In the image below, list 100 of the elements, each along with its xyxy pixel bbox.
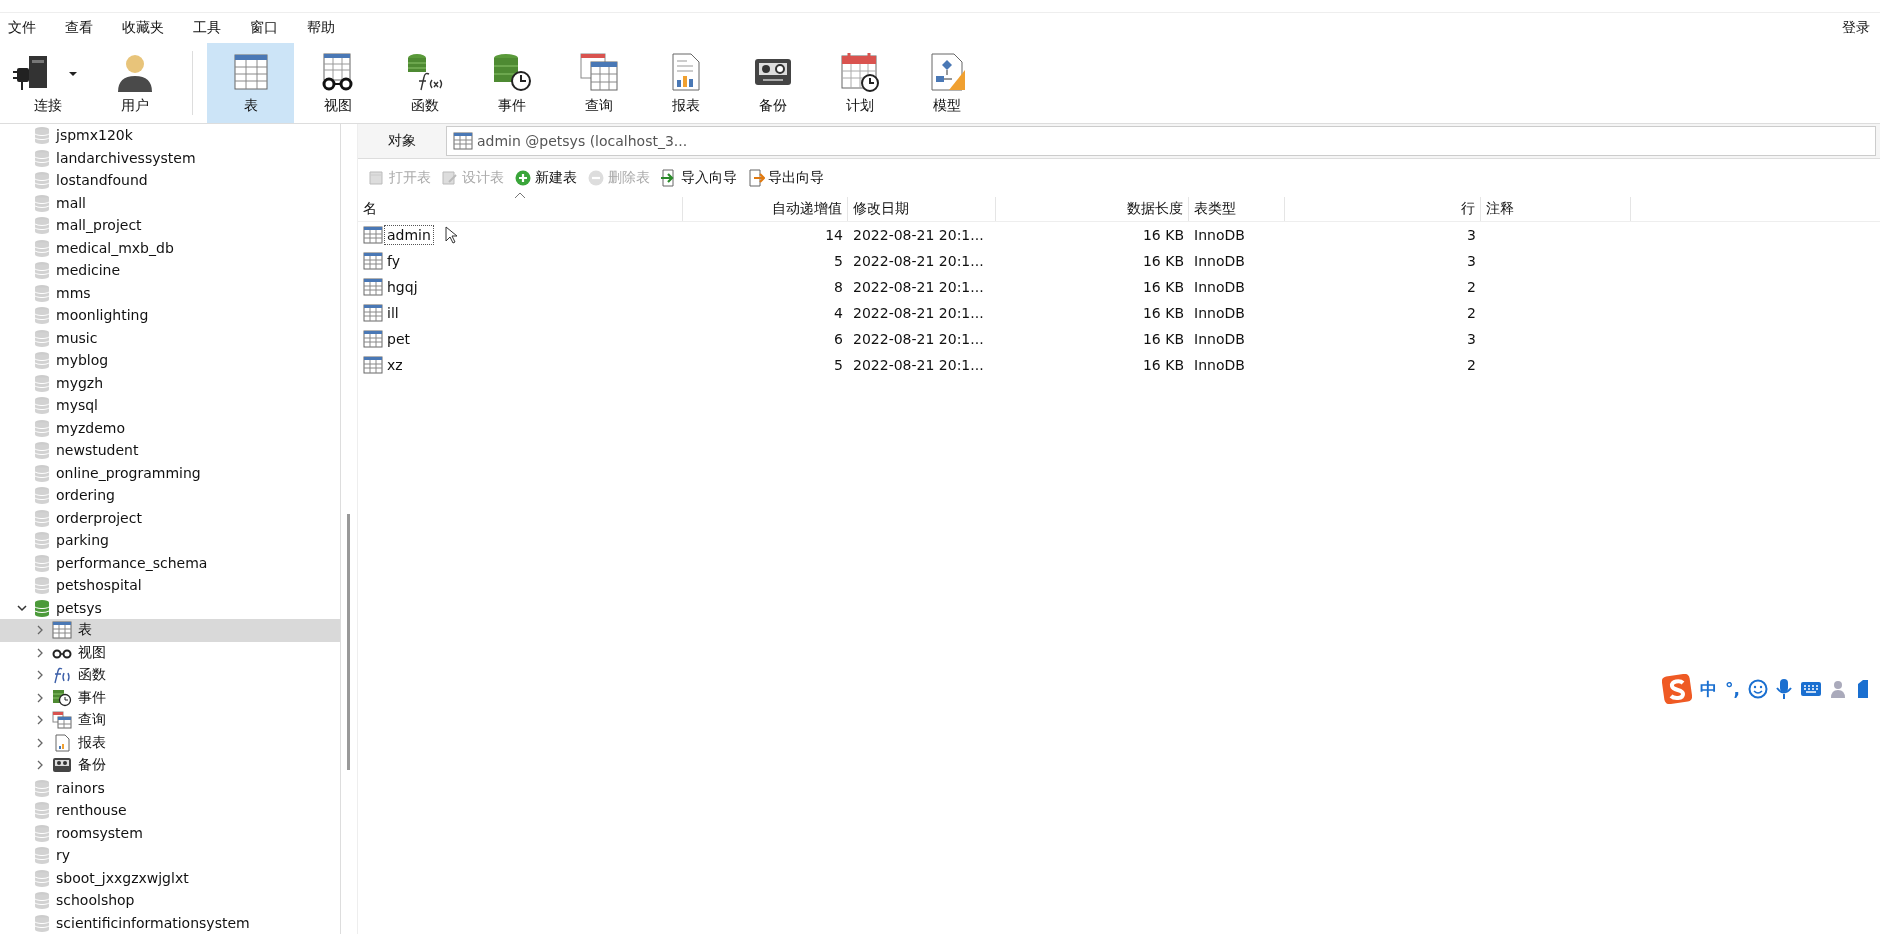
ime-mode-toggle[interactable]: 中 [1700, 677, 1717, 701]
database-name[interactable]: mysql [56, 397, 98, 414]
column-header[interactable]: 修改日期 [848, 197, 996, 221]
database-name[interactable]: online_programming [56, 464, 201, 481]
tree-item[interactable]: 查询 [0, 709, 340, 732]
table-name[interactable]: fy [384, 251, 403, 271]
toolbar-button[interactable]: 备份 [729, 43, 816, 123]
database-name[interactable]: medicine [56, 262, 121, 279]
cassette-icon [52, 756, 72, 775]
table-cell-text: 2022-08-21 20:1... [852, 357, 985, 373]
database-name[interactable]: music [56, 329, 98, 346]
toolbar-button[interactable]: 视图 [294, 43, 381, 123]
table-name[interactable]: xz [384, 355, 406, 375]
table-name[interactable]: ill [384, 303, 402, 323]
table-cell-text: 3 [1466, 253, 1477, 269]
database-name[interactable]: mall [56, 194, 86, 211]
database-name[interactable]: myzdemo [56, 419, 125, 436]
database-name[interactable]: mall_project [56, 217, 142, 234]
database-name[interactable]: sboot_jxxgzxwjglxt [56, 869, 189, 886]
database-name[interactable]: petshospital [56, 577, 142, 594]
smiley-icon[interactable] [1747, 679, 1768, 699]
database-name[interactable]: petsys [56, 599, 102, 616]
table-name[interactable]: pet [384, 329, 413, 349]
column-header[interactable]: 名 [358, 197, 683, 221]
report-icon [52, 733, 72, 752]
column-header[interactable]: 数据长度 [996, 197, 1189, 221]
toolbar-button[interactable]: 表 [207, 43, 294, 123]
function-icon [52, 666, 72, 685]
database-name[interactable]: rainors [56, 779, 105, 796]
pencil-table-icon [441, 169, 459, 187]
menu-item[interactable]: 收藏夹 [122, 19, 164, 37]
database-name[interactable]: medical_mxb_db [56, 239, 174, 256]
toolbar-button[interactable]: 用户 [91, 43, 178, 123]
table-name[interactable]: admin [384, 225, 434, 245]
sort-caret-icon[interactable] [514, 191, 526, 199]
menu-item[interactable]: 窗口 [250, 19, 278, 37]
database-name[interactable]: renthouse [56, 802, 127, 819]
table-cell-text: 5 [833, 253, 844, 269]
database-name[interactable]: moonlighting [56, 307, 149, 324]
database-name[interactable]: roomsystem [56, 824, 143, 841]
table-icon [368, 169, 386, 187]
table-cell-text: 6 [833, 331, 844, 347]
table-cell-text: 2022-08-21 20:1... [852, 331, 985, 347]
menu-item[interactable]: 文件 [8, 19, 36, 37]
table-cell-text: 5 [833, 357, 844, 373]
database-name[interactable]: lostandfound [56, 172, 148, 189]
database-name[interactable]: parking [56, 532, 109, 549]
tree-item[interactable]: 事件 [0, 686, 340, 709]
database-name[interactable]: jspmx120k [56, 127, 133, 144]
ime-logo-icon[interactable] [1662, 674, 1692, 704]
tree-item[interactable]: 函数 [0, 664, 340, 687]
toolbar-button[interactable]: 函数 [381, 43, 468, 123]
plus-icon [514, 169, 532, 187]
ime-punctuation-toggle[interactable]: °, [1725, 679, 1740, 699]
database-name[interactable]: newstudent [56, 442, 139, 459]
object-toolbar-button[interactable]: 新建表 [512, 169, 579, 187]
toolbar-button[interactable]: 模型 [903, 43, 990, 123]
database-name[interactable]: mygzh [56, 374, 104, 391]
keyboard-icon[interactable] [1799, 681, 1822, 697]
microphone-icon[interactable] [1775, 678, 1792, 700]
object-toolbar-button[interactable]: 导入向导 [658, 169, 739, 187]
tree-item[interactable]: 视图 [0, 641, 340, 664]
database-name[interactable]: orderproject [56, 509, 142, 526]
toolbar-button[interactable]: 事件 [468, 43, 555, 123]
query-tables-icon [578, 52, 619, 92]
database-name[interactable]: mms [56, 284, 91, 301]
column-header[interactable]: 自动递增值 [683, 197, 848, 221]
table-cell-text: 3 [1466, 227, 1477, 243]
login-link[interactable]: 登录 [1842, 19, 1870, 37]
tree-item[interactable]: 备份 [0, 754, 340, 777]
table-cell-text: InnoDB [1193, 331, 1246, 347]
database-name[interactable]: myblog [56, 352, 109, 369]
minus-icon [587, 169, 605, 187]
toolbar-button[interactable]: 连接 [4, 43, 91, 123]
database-name[interactable]: ry [56, 847, 71, 864]
database-name[interactable]: landarchivessystem [56, 149, 196, 166]
database-name[interactable]: schoolshop [56, 892, 135, 909]
menu-item[interactable]: 帮助 [307, 19, 335, 37]
toolbar-button[interactable]: 报表 [642, 43, 729, 123]
table-icon [363, 356, 383, 374]
toolbar-button[interactable]: 查询 [555, 43, 642, 123]
menu-item[interactable]: 查看 [65, 19, 93, 37]
column-header[interactable]: 行 [1285, 197, 1481, 221]
toolbar-button[interactable]: 计划 [816, 43, 903, 123]
database-name[interactable]: ordering [56, 487, 115, 504]
menu-item[interactable]: 工具 [193, 19, 221, 37]
query-tables-icon [52, 711, 72, 730]
export-arrow-icon [747, 169, 765, 187]
object-tab[interactable]: admin @petsys (localhost_3... [446, 126, 1876, 156]
database-name[interactable]: performance_schema [56, 554, 208, 571]
column-header[interactable]: 表类型 [1189, 197, 1285, 221]
column-header[interactable]: 注释 [1481, 197, 1631, 221]
database-name[interactable]: scientificinformationsystem [56, 914, 250, 931]
tree-item[interactable]: 报表 [0, 731, 340, 754]
object-toolbar-button[interactable]: 导出向导 [745, 169, 826, 187]
database-clock-icon [52, 688, 72, 707]
table-cell-text: 2022-08-21 20:1... [852, 227, 985, 243]
scrollbar-thumb[interactable] [347, 514, 350, 770]
tree-item[interactable]: 表 [0, 619, 340, 642]
table-name[interactable]: hgqj [384, 277, 421, 297]
